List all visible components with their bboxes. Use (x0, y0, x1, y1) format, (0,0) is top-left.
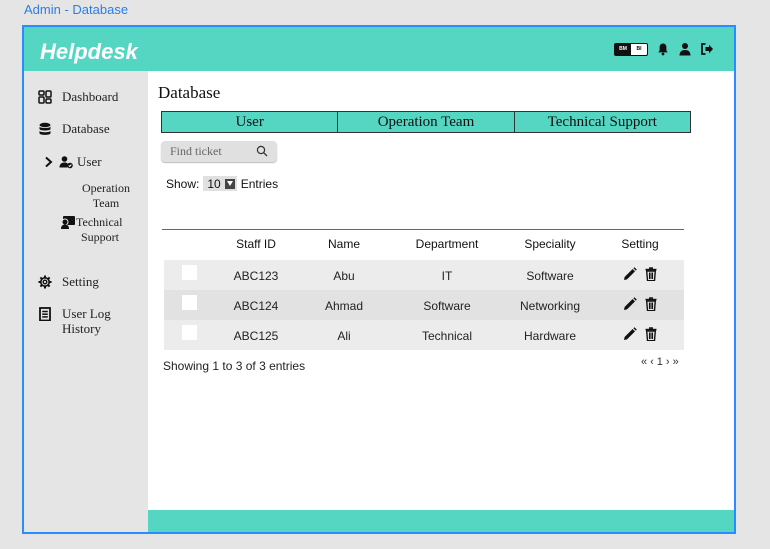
lang-bi[interactable]: BI (631, 43, 647, 55)
table-row: ABC125 Ali Technical Hardware (164, 320, 684, 350)
gear-icon (38, 275, 52, 289)
tab-bar: User Operation Team Technical Support (161, 111, 691, 133)
cell-department: Software (423, 299, 471, 313)
cell-name: Ahmad (324, 299, 364, 313)
app-window: Helpdesk BM BI Dashboard Database User O… (22, 25, 736, 534)
pager-page-1[interactable]: 1 (657, 356, 663, 368)
dashboard-icon (38, 90, 52, 104)
cell-staff-id: ABC123 (233, 269, 279, 283)
tab-user[interactable]: User (162, 112, 339, 132)
pager-first[interactable]: « (641, 356, 647, 368)
bell-icon[interactable] (656, 42, 670, 56)
sidebar-item-operation-team[interactable]: Operation Team (76, 181, 136, 211)
sidebar-label-setting: Setting (62, 274, 99, 289)
sidebar-item-user-log-history[interactable]: User Log History (38, 306, 111, 336)
column-header-setting[interactable]: Setting (621, 237, 658, 251)
table-row: ABC124 Ahmad Software Networking (164, 290, 684, 320)
cell-staff-id: ABC124 (233, 299, 279, 313)
logout-icon[interactable] (700, 42, 714, 56)
row-checkbox[interactable] (182, 325, 197, 340)
edit-icon[interactable] (623, 327, 637, 341)
lang-bm[interactable]: BM (615, 44, 631, 55)
table-header: Staff ID Name Department Speciality Sett… (162, 229, 684, 255)
technical-line1: Technical (76, 215, 123, 229)
column-header-name[interactable]: Name (328, 237, 360, 251)
sidebar: Dashboard Database User Operation Team T… (24, 71, 148, 532)
show-label: Show: (166, 176, 200, 191)
bottom-bar (148, 510, 734, 532)
entries-select-value: 10 (207, 176, 221, 191)
dropdown-arrow-icon (224, 178, 235, 189)
document-icon (39, 307, 51, 321)
language-toggle[interactable]: BM BI (614, 42, 648, 56)
sidebar-label-database: Database (62, 121, 110, 136)
user-check-icon (59, 156, 73, 169)
showing-entries-text: Showing 1 to 3 of 3 entries (163, 359, 306, 373)
column-header-staff-id[interactable]: Staff ID (236, 237, 276, 251)
search-icon[interactable] (256, 145, 268, 157)
sidebar-label-user: User (77, 154, 102, 169)
column-header-speciality[interactable]: Speciality (524, 237, 575, 251)
cell-staff-id: ABC125 (233, 329, 279, 343)
entries-label: Entries (240, 176, 279, 191)
show-entries: Show: 10 Entries (166, 176, 278, 191)
cell-department: IT (441, 269, 453, 283)
user-log-line1: User Log (62, 306, 111, 321)
trash-icon[interactable] (644, 297, 658, 311)
row-checkbox[interactable] (182, 295, 197, 310)
cell-department: Technical (421, 329, 473, 343)
pager-last[interactable]: » (673, 356, 679, 368)
pagination: « ‹ 1 › » (641, 356, 679, 368)
search-input[interactable] (170, 144, 250, 159)
sidebar-item-setting[interactable]: Setting (38, 274, 99, 290)
technical-line2: Support (80, 230, 119, 244)
main-content: Database User Operation Team Technical S… (148, 71, 734, 510)
chevron-right-icon (45, 156, 53, 168)
cell-name: Ali (337, 329, 351, 343)
row-checkbox[interactable] (182, 265, 197, 280)
edit-icon[interactable] (623, 267, 637, 281)
operation-team-line2: Team (92, 196, 120, 210)
edit-icon[interactable] (623, 297, 637, 311)
entries-select[interactable]: 10 (203, 176, 237, 191)
trash-icon[interactable] (644, 267, 658, 281)
column-header-department[interactable]: Department (416, 237, 479, 251)
user-icon[interactable] (678, 42, 692, 56)
page-title: Database (158, 83, 221, 102)
pager-next[interactable]: › (666, 356, 670, 368)
sidebar-item-database[interactable]: Database (38, 121, 110, 137)
cell-speciality: Hardware (523, 329, 577, 343)
tab-technical-support[interactable]: Technical Support (515, 112, 690, 132)
database-icon (39, 122, 51, 135)
sidebar-label-dashboard: Dashboard (62, 89, 119, 104)
table-row: ABC123 Abu IT Software (164, 260, 684, 290)
cell-speciality: Networking (519, 299, 581, 313)
top-bar: Helpdesk BM BI (24, 27, 734, 71)
cell-name: Abu (333, 269, 355, 283)
technical-support-icon (61, 216, 75, 229)
search-box (161, 141, 277, 162)
frame-label: Admin - Database (24, 2, 129, 17)
user-log-line2: History (62, 321, 101, 336)
sidebar-item-dashboard[interactable]: Dashboard (38, 89, 118, 105)
tab-operation-team[interactable]: Operation Team (338, 112, 515, 132)
trash-icon[interactable] (644, 327, 658, 341)
top-icons: BM BI (614, 42, 714, 56)
sidebar-item-technical-support[interactable]: Technical Support (60, 215, 136, 245)
cell-speciality: Software (526, 269, 574, 283)
brand-logo[interactable]: Helpdesk (40, 39, 138, 65)
sidebar-item-user[interactable]: User (44, 154, 102, 170)
pager-prev[interactable]: ‹ (650, 356, 654, 368)
operation-team-line1: Operation (82, 181, 130, 195)
